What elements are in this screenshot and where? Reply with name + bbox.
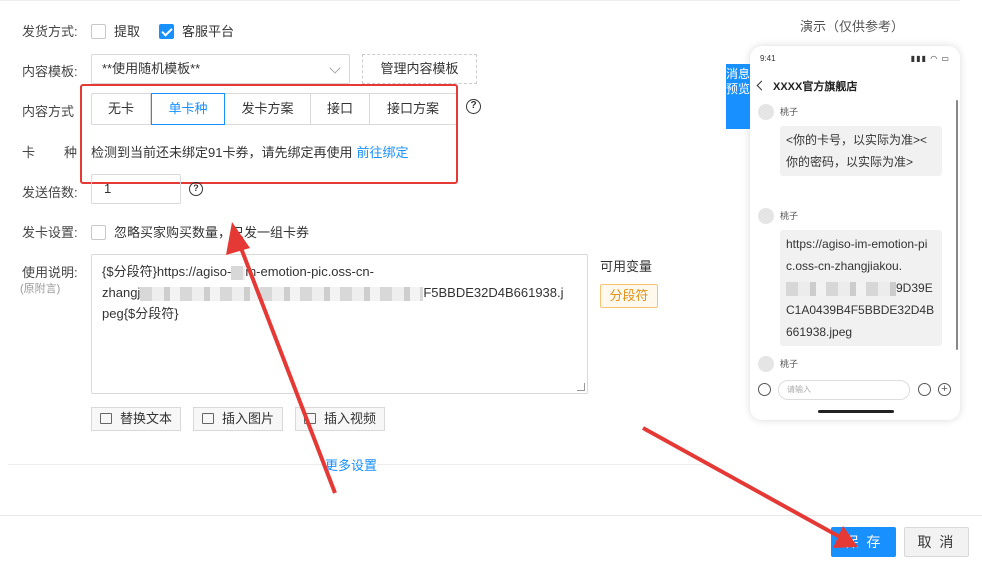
variables-title: 可用变量: [600, 259, 653, 274]
sender-name: 桃子: [780, 359, 799, 369]
replace-text-label: 替换文本: [120, 411, 173, 426]
chevron-down-icon: [329, 62, 341, 74]
emoji-icon[interactable]: [918, 383, 931, 396]
plus-icon[interactable]: +: [938, 383, 951, 396]
multiplier-input[interactable]: 1: [91, 174, 181, 204]
ignore-quantity-checkbox[interactable]: [91, 225, 106, 240]
sender-name: 桃子: [780, 211, 799, 221]
content-mode-label: 内容方式: [22, 104, 75, 119]
avatar: [758, 356, 774, 372]
service-platform-label: 客服平台: [182, 24, 235, 39]
instructions-label: 使用说明:: [22, 265, 78, 280]
card-type-label-1: 卡: [22, 145, 36, 160]
message-sender: 桃子: [758, 104, 798, 120]
redacted-text: [786, 281, 896, 296]
extract-checkbox[interactable]: [91, 24, 106, 39]
footer-divider: [0, 515, 982, 516]
message-sender: 桃子: [758, 208, 798, 224]
multiplier-help-icon[interactable]: ?: [189, 182, 203, 196]
message-preview-tab[interactable]: 消息预览: [726, 64, 750, 129]
redacted-text: [231, 265, 246, 280]
status-icons: ▮▮▮ ◠ ▭: [910, 54, 950, 63]
replace-icon: [100, 413, 112, 424]
instructions-text-line2b: F5BBDE32D4B661938.j: [423, 285, 564, 300]
help-icon[interactable]: ?: [466, 99, 481, 114]
instructions-line-3: peg{$分段符}: [102, 306, 179, 321]
preview-title: 演示（仅供参考）: [800, 19, 905, 34]
multiplier-label: 发送倍数:: [22, 185, 78, 200]
message-text-a: https://agiso-im-emotion-pic.oss-cn-zhan…: [786, 237, 928, 273]
image-icon: [202, 413, 214, 424]
message-bubble: https://agiso-im-emotion-pic.oss-cn-zhan…: [780, 230, 942, 346]
ignore-quantity-option[interactable]: 忽略买家购买数量，只发一组卡券: [91, 222, 309, 241]
extract-label: 提取: [114, 24, 141, 39]
chat-input[interactable]: 请输入: [778, 380, 910, 400]
service-platform-checkbox[interactable]: [159, 24, 174, 39]
insert-video-button[interactable]: 插入视频: [295, 407, 386, 431]
sender-name: 桃子: [780, 107, 799, 117]
avatar: [758, 208, 774, 224]
card-setting-label: 发卡设置:: [22, 225, 78, 240]
delivery-label: 发货方式:: [22, 24, 78, 39]
shop-name: XXXX官方旗舰店: [773, 81, 858, 93]
chat-header: XXXX官方旗舰店: [756, 78, 858, 94]
chat-input-bar: 请输入 +: [758, 380, 954, 402]
video-icon: [304, 413, 316, 424]
voice-icon[interactable]: [758, 383, 771, 396]
instructions-text-start: {$分段符}https://agiso-: [102, 264, 232, 279]
status-time: 9:41: [760, 54, 776, 63]
instructions-text-mid: m-emotion-pic.oss-cn-: [245, 264, 374, 279]
resize-handle[interactable]: [577, 383, 585, 391]
annotation-arrow-2: [642, 426, 841, 539]
cancel-button[interactable]: 取 消: [904, 527, 969, 557]
more-settings-link[interactable]: 更多设置: [325, 455, 378, 474]
insert-image-label: 插入图片: [222, 411, 275, 426]
instructions-line-2: zhangj F5BBDE32D4B661938.j: [102, 282, 577, 303]
insert-video-label: 插入视频: [324, 411, 377, 426]
home-indicator: [818, 410, 894, 413]
delivery-option-service[interactable]: 客服平台: [159, 21, 234, 40]
replace-text-button[interactable]: 替换文本: [91, 407, 182, 431]
redacted-text: [140, 286, 424, 301]
manage-template-button[interactable]: 管理内容模板: [362, 54, 477, 84]
top-divider: [0, 0, 960, 1]
variable-tag-separator[interactable]: 分段符: [600, 284, 658, 308]
phone-preview: 9:41 ▮▮▮ ◠ ▭ XXXX官方旗舰店 桃子 <你的卡号，以实际为准><你…: [750, 46, 960, 420]
phone-status-bar: 9:41 ▮▮▮ ◠ ▭: [760, 54, 950, 63]
template-label: 内容模板:: [22, 64, 78, 79]
instructions-textarea[interactable]: {$分段符}https://agiso-m-emotion-pic.oss-cn…: [91, 254, 588, 394]
save-button[interactable]: 保 存: [831, 527, 896, 557]
instructions-line-1: {$分段符}https://agiso-m-emotion-pic.oss-cn…: [102, 261, 577, 282]
instructions-sublabel: (原附言): [20, 283, 61, 295]
template-select-value: **使用随机模板**: [102, 61, 201, 76]
delivery-option-extract[interactable]: 提取: [91, 21, 140, 40]
insert-image-button[interactable]: 插入图片: [193, 407, 284, 431]
template-select[interactable]: **使用随机模板**: [91, 54, 350, 84]
message-bubble: <你的卡号，以实际为准><你的密码，以实际为准>: [780, 126, 942, 176]
avatar: [758, 104, 774, 120]
annotation-highlight-box: [80, 84, 458, 184]
back-arrow-icon[interactable]: [756, 80, 767, 91]
ignore-quantity-label: 忽略买家购买数量，只发一组卡券: [114, 225, 310, 240]
chat-scrollbar[interactable]: [956, 100, 958, 350]
card-type-label-2: 种: [64, 145, 78, 160]
message-sender: 桃子: [758, 356, 798, 372]
instructions-text-line2a: zhangj: [102, 285, 141, 300]
